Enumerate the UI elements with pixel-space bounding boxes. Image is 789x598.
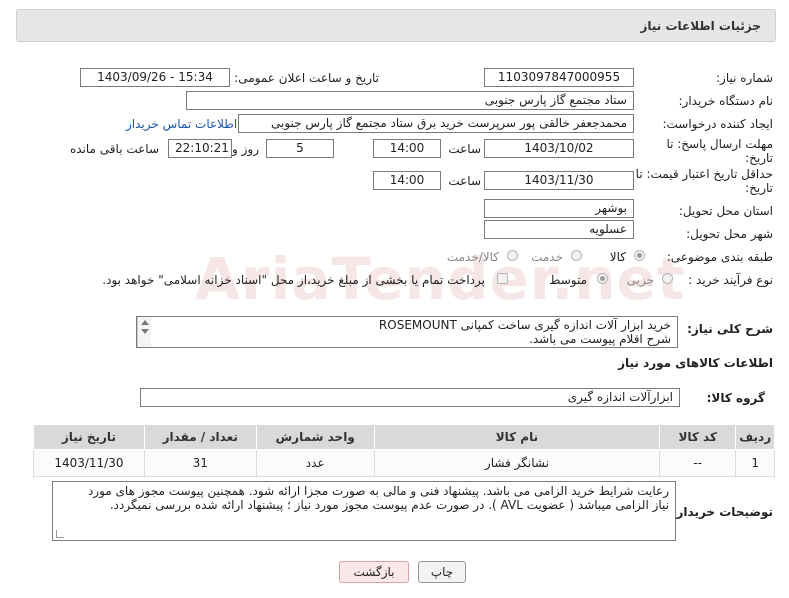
buyer-notes-label: توضیحات خریدار: — [671, 505, 773, 519]
category-radio-goods[interactable] — [634, 250, 645, 261]
cell-unit: عدد — [255, 449, 375, 477]
validity-label: حداقل تاریخ اعتبار قیمت: تا — [635, 167, 773, 181]
description-line-2: شرح اقلام پیوست می باشد. — [529, 332, 671, 346]
creator-label: ایجاد کننده درخواست: — [662, 117, 773, 131]
scroll-up-icon[interactable] — [141, 320, 149, 325]
cell-item-code: -- — [659, 449, 737, 477]
buyer-org-field: ستاد مجتمع گاز پارس جنوبی — [186, 91, 634, 110]
goods-section-title: اطلاعات کالاهای مورد نیاز — [618, 356, 773, 370]
col-header-item-name: نام کالا — [373, 424, 661, 450]
table-header-row: ردیف کد کالا نام کالا واحد شمارش تعداد /… — [33, 424, 775, 450]
need-number-field: 1103097847000955 — [484, 68, 634, 87]
remaining-time-label: ساعت باقی مانده — [69, 142, 159, 156]
province-field: بوشهر — [484, 199, 634, 218]
description-textarea[interactable]: خرید ابزار آلات اندازه گیری ساخت کمپانی … — [136, 316, 678, 348]
category-option-goods: کالا — [609, 250, 626, 264]
validity-label-date: تاریخ: — [745, 181, 773, 195]
category-option-service: خدمت — [531, 250, 563, 264]
process-label: نوع فرآیند خرید : — [688, 273, 773, 287]
treasury-checkbox[interactable] — [497, 273, 508, 284]
validity-date-field: 1403/11/30 — [484, 171, 634, 190]
creator-field: محمدجعفر خالقی پور سرپرست خرید برق ستاد … — [238, 114, 634, 133]
need-number-label: شماره نیاز: — [716, 71, 773, 85]
category-radio-service[interactable] — [571, 250, 582, 261]
deadline-label: مهلت ارسال پاسخ: تا — [666, 137, 773, 151]
cell-need-date: 1403/11/30 — [33, 449, 145, 477]
announce-date-label: تاریخ و ساعت اعلان عمومی: — [234, 71, 379, 85]
col-header-quantity: تعداد / مقدار — [143, 424, 257, 450]
back-button[interactable]: بازگشت — [339, 561, 409, 583]
process-radio-medium[interactable] — [597, 273, 608, 284]
col-header-row-number: ردیف — [735, 424, 775, 450]
description-scrollbar[interactable] — [137, 317, 151, 347]
validity-time-field: 14:00 — [373, 171, 441, 190]
category-option-goods-service: کالا/خدمت — [446, 250, 499, 264]
process-option-medium: متوسط — [549, 273, 587, 287]
city-label: شهر محل تحویل: — [686, 227, 773, 241]
days-remaining-field: 5 — [266, 139, 334, 158]
resize-handle-icon[interactable] — [56, 530, 64, 538]
col-header-unit: واحد شمارش — [255, 424, 375, 450]
cell-row-number: 1 — [735, 449, 775, 477]
deadline-date-field: 1403/10/02 — [484, 139, 634, 158]
table-row: 1 -- نشانگر فشار عدد 31 1403/11/30 — [33, 449, 775, 477]
goods-group-label: گروه کالا: — [706, 391, 765, 405]
description-line-1: خرید ابزار آلات اندازه گیری ساخت کمپانی … — [378, 318, 671, 332]
print-button[interactable]: چاپ — [418, 561, 466, 583]
category-radio-goods-service[interactable] — [507, 250, 518, 261]
buyer-notes-text: رعایت شرایط خرید الزامی می باشد. پیشنهاد… — [87, 484, 669, 512]
description-label: شرح کلی نیاز: — [687, 322, 773, 336]
buyer-notes-textarea[interactable]: رعایت شرایط خرید الزامی می باشد. پیشنهاد… — [52, 481, 676, 541]
validity-time-label: ساعت — [448, 174, 481, 188]
category-label: طبقه بندی موضوعی: — [666, 250, 773, 264]
process-radio-minor[interactable] — [662, 273, 673, 284]
col-header-item-code: کد کالا — [659, 424, 737, 450]
cell-item-name: نشانگر فشار — [373, 449, 661, 477]
days-label: روز و — [232, 142, 259, 156]
deadline-time-label: ساعت — [448, 142, 481, 156]
process-option-minor: جزیی — [626, 273, 654, 287]
announce-date-field: 1403/09/26 - 15:34 — [80, 68, 230, 87]
city-field: عسلویه — [484, 220, 634, 239]
treasury-payment-note: پرداخت تمام یا بخشی از مبلغ خرید،از محل … — [102, 273, 485, 287]
deadline-time-field: 14:00 — [373, 139, 441, 158]
remaining-time-field: 22:10:21 — [168, 139, 232, 158]
deadline-label-date: تاریخ: — [745, 151, 773, 165]
goods-group-field: ابزارآلات اندازه گیری — [140, 388, 680, 407]
cell-quantity: 31 — [143, 449, 257, 477]
buyer-org-label: نام دستگاه خریدار: — [678, 94, 774, 108]
buyer-contact-link[interactable]: اطلاعات تماس خریدار — [126, 117, 237, 131]
province-label: استان محل تحویل: — [678, 204, 773, 218]
scroll-down-icon[interactable] — [141, 329, 149, 334]
page-header: جزئیات اطلاعات نیاز — [16, 9, 776, 42]
page-title: جزئیات اطلاعات نیاز — [640, 19, 761, 33]
items-table: ردیف کد کالا نام کالا واحد شمارش تعداد /… — [33, 424, 775, 477]
col-header-need-date: تاریخ نیاز — [33, 424, 145, 450]
